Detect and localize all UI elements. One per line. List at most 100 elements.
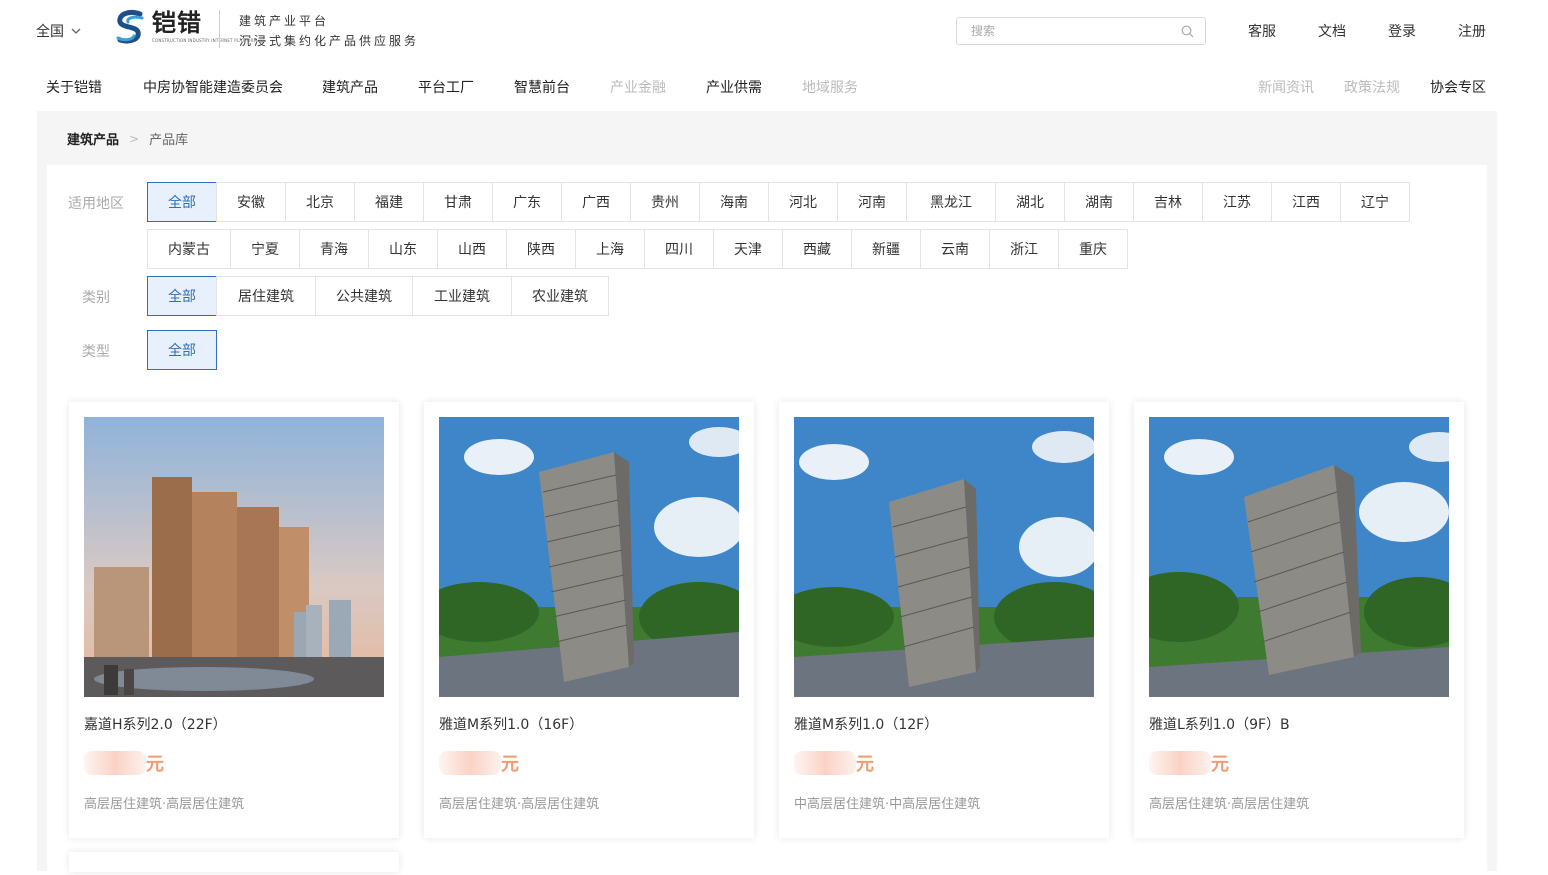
region-tag-17[interactable]: 辽宁: [1340, 182, 1410, 222]
slogan-line1: 建筑产业平台: [239, 14, 330, 28]
region-tag-row2-10[interactable]: 新疆: [851, 229, 921, 269]
product-card[interactable]: 嘉道H系列2.0（22F） 元 高层居住建筑·高层居住建筑: [69, 402, 399, 838]
category-tag-agricultural[interactable]: 农业建筑: [511, 276, 609, 316]
region-tag-row2-13[interactable]: 重庆: [1058, 229, 1128, 269]
nav-association[interactable]: 协会专区: [1430, 77, 1486, 97]
region-tag-6[interactable]: 广西: [561, 182, 631, 222]
region-tag-row2-11[interactable]: 云南: [920, 229, 990, 269]
login-link[interactable]: 登录: [1388, 21, 1416, 41]
nav-supply-demand[interactable]: 产业供需: [706, 77, 762, 97]
nav-about[interactable]: 关于铠错: [46, 77, 102, 97]
region-tag-row2-9[interactable]: 西藏: [782, 229, 852, 269]
breadcrumb-root[interactable]: 建筑产品: [67, 129, 119, 148]
product-title[interactable]: 雅道M系列1.0（12F）: [794, 714, 938, 734]
search-box: [956, 17, 1206, 45]
logo-icon: [116, 9, 144, 44]
search-input[interactable]: [957, 18, 1167, 44]
product-price: 元: [794, 750, 874, 776]
region-tag-12[interactable]: 湖北: [995, 182, 1065, 222]
region-tag-5[interactable]: 广东: [492, 182, 562, 222]
region-tag-row2-4[interactable]: 山西: [437, 229, 507, 269]
product-card-next-row[interactable]: [69, 852, 399, 872]
product-title[interactable]: 嘉道H系列2.0（22F）: [84, 714, 227, 734]
category-tag-industrial[interactable]: 工业建筑: [412, 276, 512, 316]
region-tag-row2-3[interactable]: 山东: [368, 229, 438, 269]
region-tag-row2-12[interactable]: 浙江: [989, 229, 1059, 269]
region-tag-10[interactable]: 河南: [837, 182, 907, 222]
nav-policy[interactable]: 政策法规: [1344, 77, 1400, 97]
product-title[interactable]: 雅道L系列1.0（9F）B: [1149, 714, 1290, 734]
product-tags: 高层居住建筑·高层居住建筑: [1149, 797, 1310, 812]
product-card[interactable]: 雅道M系列1.0（16F） 元 高层居住建筑·高层居住建筑: [424, 402, 754, 838]
nav-smart-front[interactable]: 智慧前台: [514, 77, 570, 97]
product-title[interactable]: 雅道M系列1.0（16F）: [439, 714, 583, 734]
category-tag-residential[interactable]: 居住建筑: [216, 276, 316, 316]
region-tag-row2-1[interactable]: 宁夏: [230, 229, 300, 269]
region-tag-row2-8[interactable]: 天津: [713, 229, 783, 269]
region-selector[interactable]: 全国: [36, 21, 82, 41]
slogan-line2: 沉浸式集约化产品供应服务: [239, 34, 420, 48]
logo-divider: [219, 10, 220, 48]
region-tag-14[interactable]: 吉林: [1133, 182, 1203, 222]
register-link[interactable]: 注册: [1458, 21, 1486, 41]
docs-link[interactable]: 文档: [1318, 21, 1346, 41]
product-price: 元: [84, 750, 164, 776]
price-unit: 元: [501, 754, 519, 775]
nav-finance[interactable]: 产业金融: [610, 77, 666, 97]
type-tag-all[interactable]: 全部: [147, 330, 217, 370]
region-tag-row2-5[interactable]: 陕西: [506, 229, 576, 269]
nav-committee[interactable]: 中房协智能建造委员会: [143, 77, 283, 97]
product-price: 元: [1149, 750, 1229, 776]
product-image[interactable]: [84, 417, 384, 697]
product-tags: 中高层居住建筑·中高层居住建筑: [794, 797, 981, 812]
nav-building-products[interactable]: 建筑产品: [322, 77, 378, 97]
price-blurred-value: [1149, 751, 1211, 775]
price-blurred-value: [84, 751, 146, 775]
price-blurred-value: [794, 751, 856, 775]
region-tag-row2-6[interactable]: 上海: [575, 229, 645, 269]
nav-news[interactable]: 新闻资讯: [1258, 77, 1314, 97]
price-blurred-value: [439, 751, 501, 775]
product-card[interactable]: 雅道L系列1.0（9F）B 元 高层居住建筑·高层居住建筑: [1134, 402, 1464, 838]
price-unit: 元: [146, 754, 164, 775]
region-tag-2[interactable]: 北京: [285, 182, 355, 222]
region-tag-13[interactable]: 湖南: [1064, 182, 1134, 222]
region-tag-row2-7[interactable]: 四川: [644, 229, 714, 269]
breadcrumb-current: 产品库: [149, 133, 189, 148]
product-tags: 高层居住建筑·高层居住建筑: [439, 797, 600, 812]
region-tag-7[interactable]: 贵州: [630, 182, 700, 222]
region-filter-label: 适用地区: [68, 196, 124, 212]
region-label: 全国: [36, 24, 64, 40]
product-image[interactable]: [794, 417, 1094, 697]
nav-platform-factory[interactable]: 平台工厂: [418, 77, 474, 97]
region-tag-0[interactable]: 全部: [147, 182, 217, 222]
region-tag-15[interactable]: 江苏: [1202, 182, 1272, 222]
search-icon[interactable]: [1181, 25, 1194, 38]
customer-service-link[interactable]: 客服: [1248, 21, 1276, 41]
type-filter-label: 类型: [82, 344, 110, 360]
category-tag-public[interactable]: 公共建筑: [315, 276, 413, 316]
product-price: 元: [439, 750, 519, 776]
region-tag-16[interactable]: 江西: [1271, 182, 1341, 222]
nav-regional-services[interactable]: 地域服务: [802, 77, 858, 97]
category-filter-label: 类别: [82, 290, 110, 306]
product-tags: 高层居住建筑·高层居住建筑: [84, 797, 245, 812]
category-tag-all[interactable]: 全部: [147, 276, 217, 316]
logo[interactable]: 铠错 CONSTRUCTION INDUSTRY INTERNET PLATFO…: [112, 8, 257, 48]
region-tag-8[interactable]: 海南: [699, 182, 769, 222]
breadcrumb: 建筑产品 > 产品库: [67, 129, 189, 149]
price-unit: 元: [1211, 754, 1229, 775]
region-tag-11[interactable]: 黑龙江: [906, 182, 996, 222]
product-image[interactable]: [1149, 417, 1449, 697]
product-card[interactable]: 雅道M系列1.0（12F） 元 中高层居住建筑·中高层居住建筑: [779, 402, 1109, 838]
price-unit: 元: [856, 754, 874, 775]
region-tag-1[interactable]: 安徽: [216, 182, 286, 222]
product-image[interactable]: [439, 417, 739, 697]
top-header: 全国 铠错 CONSTRUCTION INDUSTRY INTERNET PLA…: [0, 0, 1548, 64]
region-tag-9[interactable]: 河北: [768, 182, 838, 222]
chevron-down-icon: [71, 28, 81, 34]
region-tag-row2-2[interactable]: 青海: [299, 229, 369, 269]
region-tag-3[interactable]: 福建: [354, 182, 424, 222]
region-tag-4[interactable]: 甘肃: [423, 182, 493, 222]
region-tag-row2-0[interactable]: 内蒙古: [147, 229, 231, 269]
